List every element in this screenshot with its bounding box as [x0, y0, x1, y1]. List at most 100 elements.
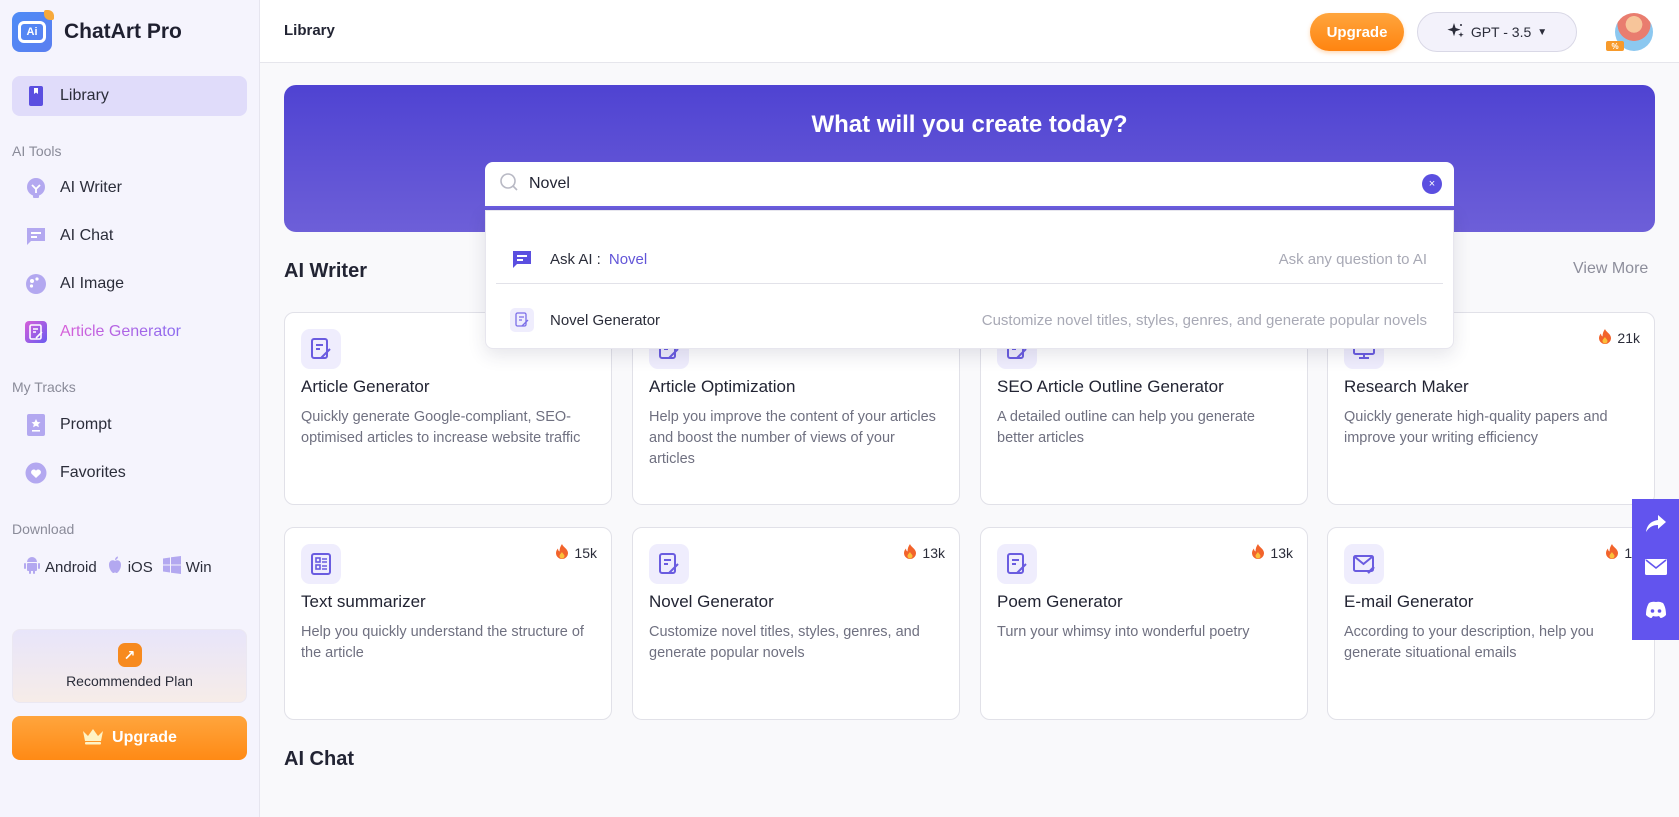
mail-edit-icon — [1344, 544, 1384, 584]
sidebar-item-ai-writer[interactable]: AI Writer — [12, 168, 247, 208]
tool-card[interactable]: 10E-mail GeneratorAccording to your desc… — [1327, 527, 1655, 720]
email-button[interactable] — [1642, 556, 1670, 584]
sidebar-item-label: Favorites — [60, 464, 126, 481]
mail-icon — [1644, 559, 1667, 580]
sidebar-item-prompt[interactable]: Prompt — [12, 405, 247, 445]
fire-icon — [556, 544, 569, 562]
article-edit-icon — [649, 544, 689, 584]
tool-card-description: According to your description, help you … — [1344, 624, 1594, 661]
sidebar-item-label: Library — [60, 87, 109, 104]
section-title-ai-writer: AI Writer — [284, 260, 367, 282]
tool-card-title: Article Optimization — [649, 377, 796, 396]
chat-icon — [25, 225, 47, 247]
download-ios-link[interactable]: iOS — [107, 556, 153, 578]
ask-ai-query: Novel — [608, 250, 648, 268]
search-input[interactable] — [529, 175, 1422, 193]
search-suggestions-dropdown: Ask AI : Novel Ask any question to AI No… — [485, 210, 1454, 349]
fire-icon — [1599, 329, 1612, 347]
download-windows-label: Win — [185, 558, 212, 576]
header-upgrade-button[interactable]: Upgrade — [1310, 13, 1404, 51]
sidebar-item-library[interactable]: Library — [12, 76, 247, 116]
arrow-up-right-icon: ↗ — [117, 643, 142, 667]
novel-generator-label: Novel Generator — [550, 311, 661, 329]
popularity-count: 13k — [922, 545, 945, 561]
tool-card-description: Quickly generate Google-compliant, SEO-o… — [301, 409, 581, 446]
search-icon — [499, 172, 519, 197]
discord-icon — [1645, 601, 1667, 624]
article-edit-icon — [510, 308, 534, 332]
section-label-my-tracks: My Tracks — [12, 379, 76, 395]
recommended-plan-label: Recommended Plan — [66, 673, 193, 689]
list-document-icon — [301, 544, 341, 584]
sidebar-item-label: AI Writer — [60, 179, 122, 196]
chat-icon — [510, 247, 534, 271]
share-icon — [1645, 514, 1667, 539]
recommended-plan-card[interactable]: ↗ Recommended Plan — [12, 629, 247, 703]
popularity-badge: 15k — [556, 544, 597, 562]
tool-card[interactable]: 13k Poem Generator Turn your whimsy into w… — [980, 527, 1308, 720]
novel-generator-hint: Customize novel titles, styles, genres, … — [981, 311, 1427, 329]
tool-card-title: E-mail Generator — [1344, 592, 1474, 611]
tool-card-title: SEO Article Outline Generator — [997, 377, 1224, 396]
suggestion-ask-ai[interactable]: Ask AI : Novel Ask any question to AI — [496, 234, 1443, 284]
sidebar-upgrade-label: Upgrade — [112, 729, 177, 746]
ask-ai-hint: Ask any question to AI — [1278, 250, 1427, 268]
clear-search-button[interactable]: × — [1422, 174, 1442, 194]
discount-badge: % — [1606, 41, 1624, 51]
popularity-count: 13k — [1270, 545, 1293, 561]
article-edit-icon — [997, 544, 1037, 584]
bulb-icon — [25, 177, 47, 199]
popularity-badge: 13k — [904, 544, 945, 562]
section-label-download: Download — [12, 521, 75, 537]
fire-icon — [904, 544, 917, 562]
crown-icon — [82, 727, 104, 750]
download-ios-label: iOS — [127, 558, 153, 576]
tool-card[interactable]: 15k Text summarizer Help you quickly under… — [284, 527, 612, 720]
sidebar-item-ai-chat[interactable]: AI Chat — [12, 216, 247, 256]
sidebar-item-ai-image[interactable]: AI Image — [12, 264, 247, 304]
model-selector-label: GPT - 3.5 — [1470, 24, 1532, 40]
tool-card-title: Poem Generator — [997, 592, 1123, 611]
tool-card-description: Customize novel titles, styles, genres, … — [649, 624, 920, 661]
discord-button[interactable] — [1642, 599, 1670, 627]
tool-card-description: Turn your whimsy into wonderful poetry — [997, 624, 1250, 640]
download-windows-link[interactable]: Win — [162, 556, 212, 578]
sidebar-item-label: AI Chat — [60, 227, 114, 244]
search-bar: × — [485, 162, 1454, 208]
floating-action-bar — [1632, 499, 1679, 640]
dropdown-divider — [496, 283, 1443, 284]
page-title: Library — [284, 22, 335, 39]
sidebar-item-favorites[interactable]: Favorites — [12, 453, 247, 493]
ask-ai-label: Ask AI : — [550, 250, 601, 268]
section-title-ai-chat: AI Chat — [284, 748, 354, 770]
popularity-badge: 21k — [1599, 329, 1640, 347]
sidebar-item-label: AI Image — [60, 275, 125, 292]
sidebar-item-article-generator[interactable]: Article Generator — [12, 312, 247, 352]
book-icon — [25, 85, 47, 107]
model-selector[interactable]: GPT - 3.5 ▼ — [1417, 12, 1577, 52]
fire-icon — [1252, 544, 1265, 562]
section-label-ai-tools: AI Tools — [12, 143, 62, 159]
tool-card-description: Help you quickly understand the structur… — [301, 624, 584, 661]
popularity-badge: 13k — [1252, 544, 1293, 562]
tool-card-title: Article Generator — [301, 377, 430, 396]
tool-card-title: Novel Generator — [649, 592, 774, 611]
suggestion-novel-generator[interactable]: Novel Generator Customize novel titles, … — [496, 295, 1443, 345]
bookmark-star-icon — [25, 414, 47, 436]
banner-title: What will you create today? — [811, 111, 1128, 138]
view-more-link[interactable]: View More — [1573, 260, 1648, 278]
article-edit-icon — [301, 329, 341, 369]
palette-icon — [25, 273, 47, 295]
tool-card[interactable]: 13k Novel Generator Customize novel titles… — [632, 527, 960, 720]
sparkle-icon — [1447, 22, 1465, 43]
popularity-count: 21k — [1617, 330, 1640, 346]
heart-icon — [25, 462, 47, 484]
download-android-link[interactable]: Android — [24, 556, 97, 578]
tool-card-description: A detailed outline can help you generate… — [997, 409, 1255, 446]
article-edit-icon — [25, 321, 47, 343]
user-avatar[interactable]: % — [1606, 13, 1653, 51]
sidebar-upgrade-button[interactable]: Upgrade — [12, 716, 247, 760]
app-logo[interactable]: Ai ChatArt Pro — [12, 10, 182, 52]
sidebar-item-label: Prompt — [60, 416, 112, 433]
share-button[interactable] — [1642, 513, 1670, 541]
